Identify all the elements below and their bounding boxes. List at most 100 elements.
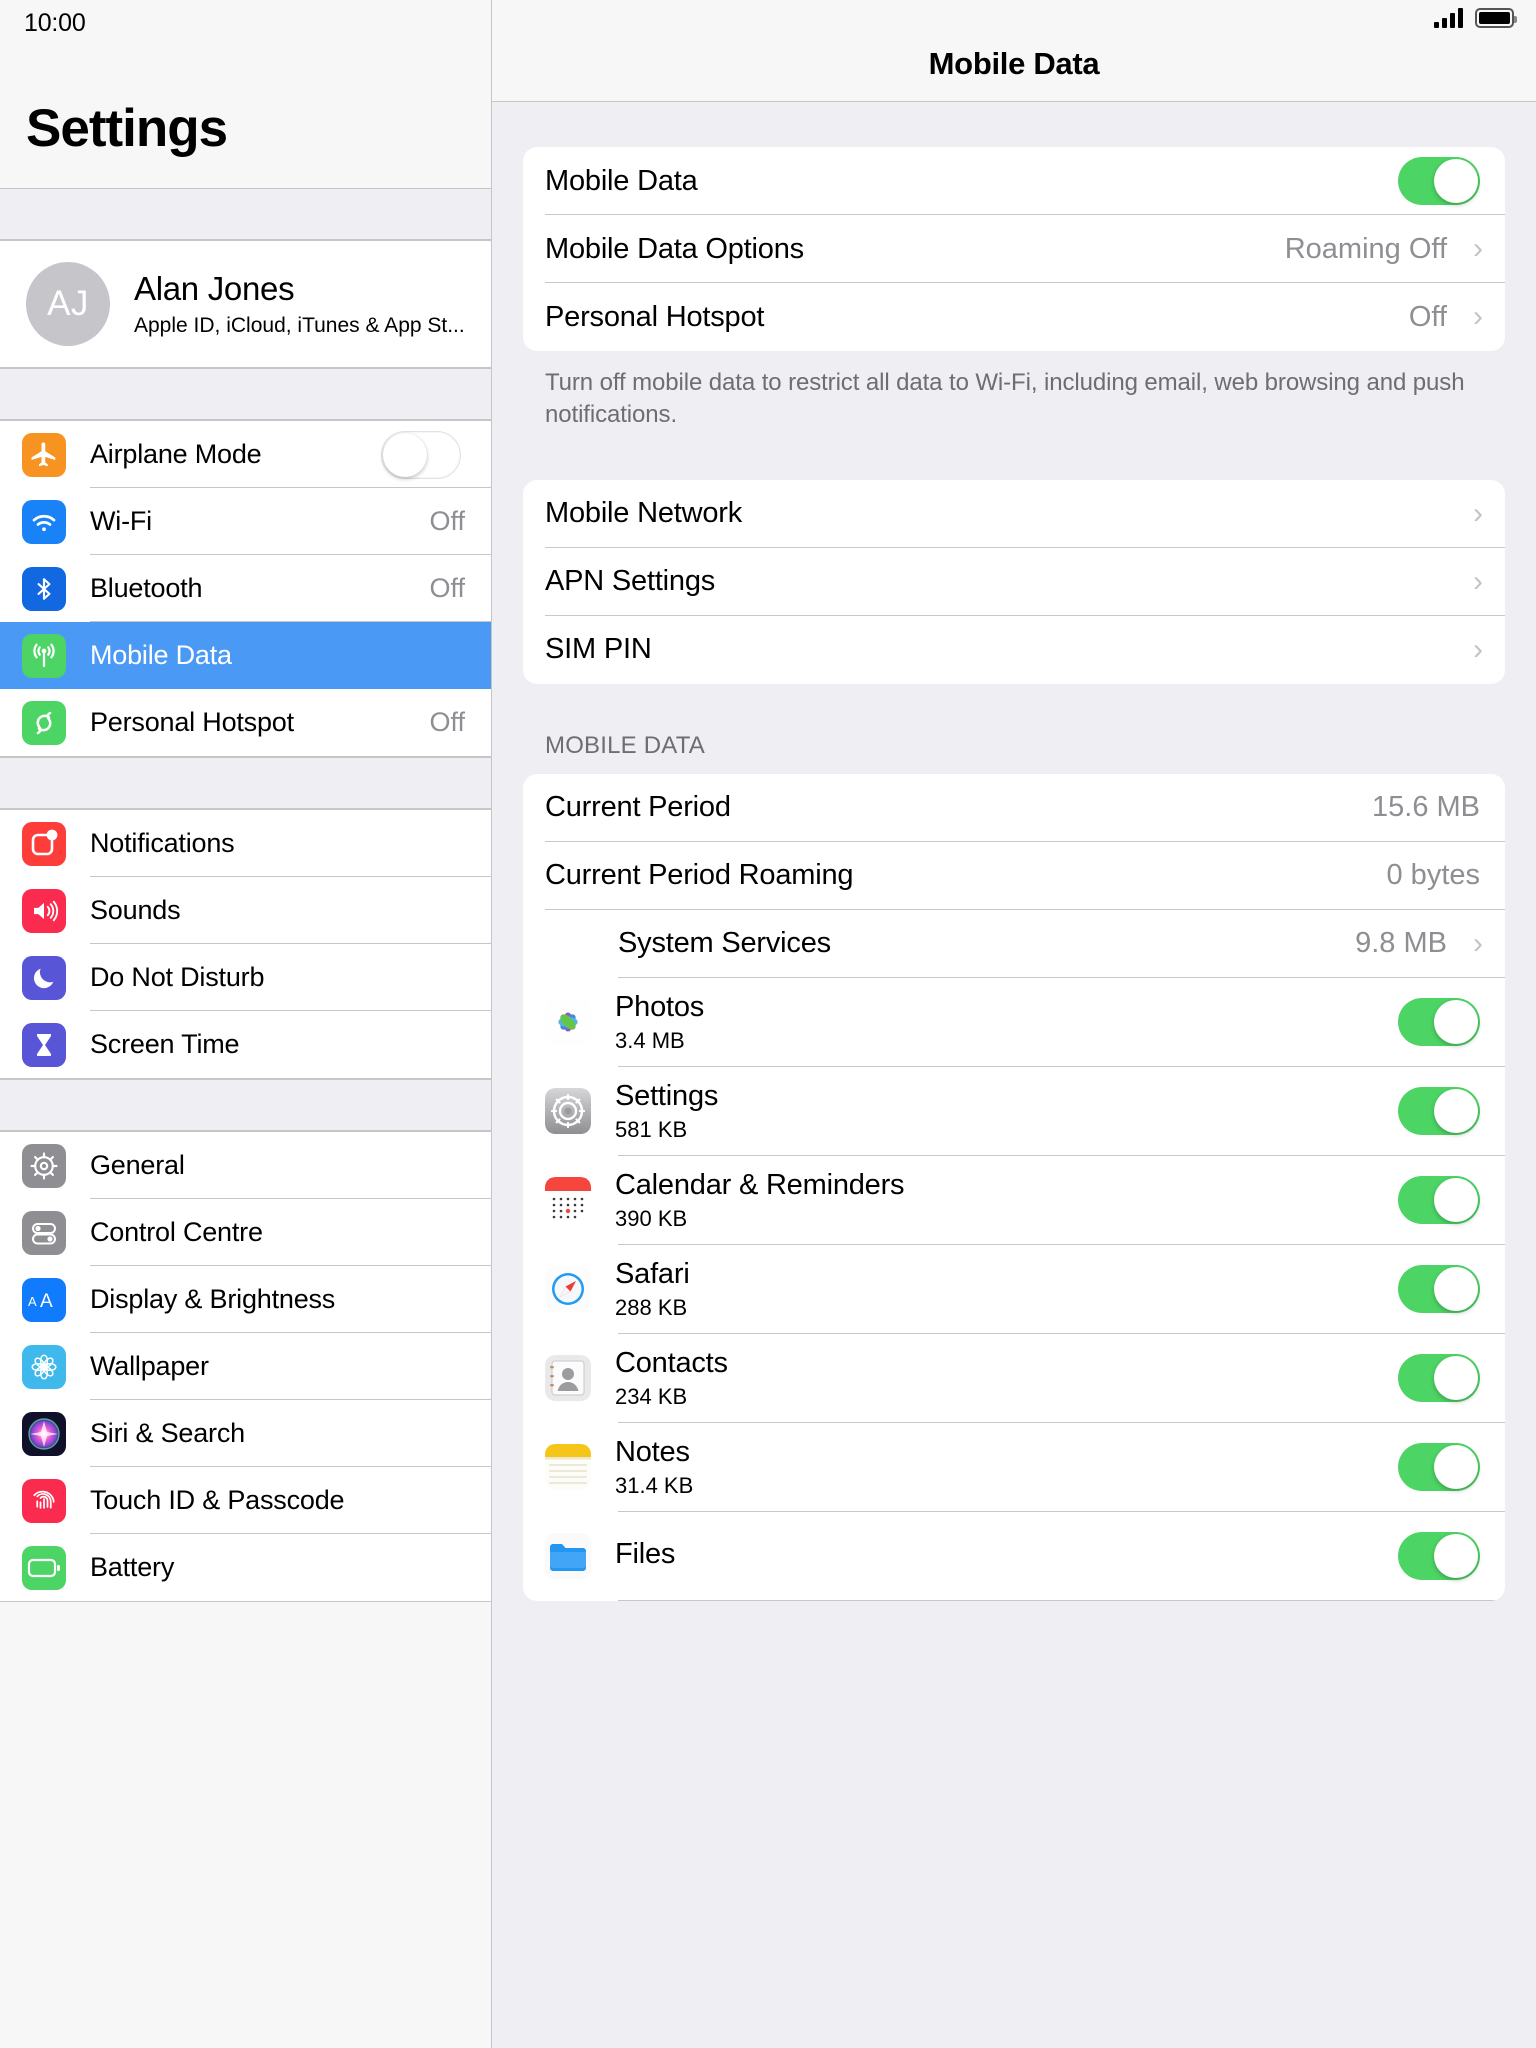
svg-text:A: A [40, 1291, 53, 1312]
sounds-icon [22, 888, 66, 933]
row-system-services[interactable]: System Services 9.8 MB › [523, 910, 1505, 978]
app-row-settings[interactable]: Settings 581 KB [523, 1067, 1505, 1156]
row-mobile-data[interactable]: Mobile Data [523, 147, 1505, 215]
signal-strength-icon [1434, 8, 1463, 28]
sidebar-item-display-brightness[interactable]: A A Display & Brightness [0, 1266, 491, 1333]
control-centre-icon [22, 1210, 66, 1255]
settings-data-toggle[interactable] [1398, 1087, 1480, 1136]
toggle-knob [1434, 1178, 1478, 1223]
app-text: Photos 3.4 MB [615, 991, 1398, 1054]
app-text: Calendar & Reminders 390 KB [615, 1169, 1398, 1232]
sidebar-item-do-not-disturb[interactable]: Do Not Disturb [0, 944, 491, 1011]
contacts-icon [545, 1355, 591, 1402]
app-row-notes[interactable]: Notes 31.4 KB [523, 1423, 1505, 1512]
sidebar-item-battery[interactable]: Battery [0, 1534, 491, 1601]
sidebar-item-label: Bluetooth [90, 573, 203, 603]
app-name: Calendar & Reminders [615, 1168, 905, 1201]
chevron-right-icon: › [1473, 926, 1483, 960]
chevron-right-icon: › [1473, 232, 1483, 265]
ipad-settings-screen: 10:00 Settings AJ Alan Jones Apple ID, i… [0, 0, 1536, 2048]
app-row-photos[interactable]: Photos 3.4 MB [523, 978, 1505, 1067]
sidebar-group-system: General Control Centre A A Display & Bri… [0, 1131, 491, 1602]
contacts-data-toggle[interactable] [1398, 1354, 1480, 1403]
page-title: Settings [26, 99, 228, 158]
app-name: Settings [615, 1079, 719, 1112]
row-sim-pin[interactable]: SIM PIN › [523, 616, 1505, 684]
app-row-safari[interactable]: Safari 288 KB [523, 1245, 1505, 1334]
row-current-period: Current Period 15.6 MB [523, 774, 1505, 842]
sidebar-item-label: Airplane Mode [90, 439, 262, 469]
sidebar-item-value: Off [429, 707, 465, 737]
row-label: Current Period [545, 791, 731, 824]
sidebar-item-touch-id-passcode[interactable]: Touch ID & Passcode [0, 1467, 491, 1534]
app-row-calendar-reminders[interactable]: Calendar & Reminders 390 KB [523, 1156, 1505, 1245]
gear-icon [22, 1143, 66, 1188]
safari-data-toggle[interactable] [1398, 1265, 1480, 1314]
chevron-right-icon: › [1473, 496, 1483, 530]
sidebar-item-airplane-mode[interactable]: Airplane Mode [0, 421, 491, 488]
sidebar-item-personal-hotspot[interactable]: Personal Hotspot Off [0, 689, 491, 756]
row-label: SIM PIN [545, 633, 652, 666]
app-row-files[interactable]: Files [523, 1512, 1505, 1601]
row-current-period-roaming: Current Period Roaming 0 bytes [523, 842, 1505, 910]
sidebar-item-label: Wi-Fi [90, 506, 152, 536]
battery-icon [22, 1545, 66, 1590]
safari-icon [545, 1266, 591, 1313]
toggle-knob [1434, 1534, 1478, 1579]
airplane-icon [22, 432, 66, 477]
sidebar-item-control-centre[interactable]: Control Centre [0, 1199, 491, 1266]
sidebar-spacer-1 [0, 368, 491, 420]
app-name: Safari [615, 1257, 690, 1290]
toggle-knob [1434, 159, 1478, 203]
files-data-toggle[interactable] [1398, 1532, 1480, 1581]
card-mobile-data-main: Mobile Data Mobile Data Options Roaming … [523, 147, 1505, 351]
notifications-icon [22, 821, 66, 866]
calendar-icon [545, 1177, 591, 1224]
row-personal-hotspot[interactable]: Personal Hotspot Off › [523, 283, 1505, 351]
sidebar-item-label: General [90, 1150, 185, 1180]
sidebar-item-screen-time[interactable]: Screen Time [0, 1011, 491, 1078]
sidebar-item-label: Wallpaper [90, 1351, 209, 1381]
card-data-usage: Current Period 15.6 MB Current Period Ro… [523, 773, 1505, 1601]
sidebar-item-apple-id[interactable]: AJ Alan Jones Apple ID, iCloud, iTunes &… [0, 241, 491, 367]
sidebar-item-wallpaper[interactable]: Wallpaper [0, 1333, 491, 1400]
photos-icon [545, 999, 591, 1046]
chevron-right-icon: › [1473, 564, 1483, 598]
app-size: 3.4 MB [615, 1027, 685, 1053]
toggle-knob [1434, 1089, 1478, 1134]
detail-body: Mobile Data Mobile Data Options Roaming … [492, 147, 1536, 1601]
battery-cap [1514, 16, 1517, 23]
sidebar-item-siri-search[interactable]: Siri & Search [0, 1400, 491, 1467]
settings-sidebar: 10:00 Settings AJ Alan Jones Apple ID, i… [0, 0, 492, 2048]
battery-fill [1479, 12, 1510, 24]
navigation-bar: Mobile Data [492, 0, 1536, 102]
hourglass-icon [22, 1022, 66, 1067]
toggle-knob [1434, 1356, 1478, 1401]
sidebar-item-notifications[interactable]: Notifications [0, 810, 491, 877]
app-row-contacts[interactable]: Contacts 234 KB [523, 1334, 1505, 1423]
wifi-icon [22, 499, 66, 544]
calendar-data-toggle[interactable] [1398, 1176, 1480, 1225]
row-mobile-network[interactable]: Mobile Network › [523, 480, 1505, 548]
sidebar-spacer-3 [0, 1079, 491, 1131]
sidebar-item-wifi[interactable]: Wi-Fi Off [0, 488, 491, 555]
row-mobile-data-options[interactable]: Mobile Data Options Roaming Off › [523, 215, 1505, 283]
row-apn-settings[interactable]: APN Settings › [523, 548, 1505, 616]
sidebar-item-general[interactable]: General [0, 1132, 491, 1199]
bluetooth-icon [22, 566, 66, 611]
mobile-data-icon [22, 633, 66, 678]
notes-data-toggle[interactable] [1398, 1443, 1480, 1492]
sidebar-item-label: Personal Hotspot [90, 707, 294, 737]
section-header-mobile-data: MOBILE DATA [545, 731, 706, 759]
photos-data-toggle[interactable] [1398, 998, 1480, 1047]
airplane-mode-toggle[interactable] [381, 430, 461, 479]
mobile-data-toggle[interactable] [1398, 157, 1480, 205]
profile-text: Alan Jones Apple ID, iCloud, iTunes & Ap… [134, 270, 465, 338]
sidebar-item-bluetooth[interactable]: Bluetooth Off [0, 555, 491, 622]
row-label: Mobile Network [545, 497, 743, 530]
sidebar-item-mobile-data[interactable]: Mobile Data [0, 622, 491, 689]
sidebar-item-sounds[interactable]: Sounds [0, 877, 491, 944]
status-time: 10:00 [24, 8, 86, 37]
mobile-data-footnote: Turn off mobile data to restrict all dat… [545, 369, 1465, 429]
toggle-knob [1434, 1445, 1478, 1490]
